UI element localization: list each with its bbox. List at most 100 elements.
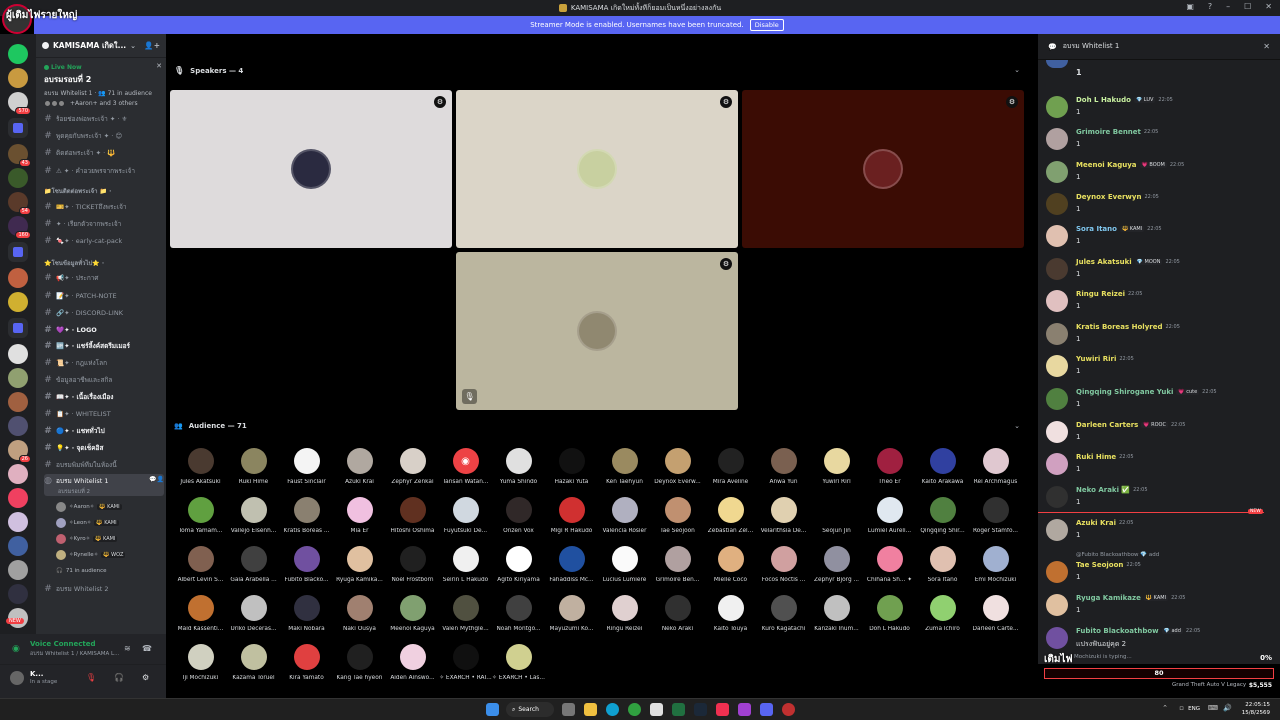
audience-member[interactable]: Gaia Arabella ... [227, 546, 280, 594]
server-icon-14[interactable]: 26 [8, 440, 31, 463]
channel-item[interactable]: # 📝✦ · PATCH-NOTE [44, 289, 164, 303]
audience-member[interactable]: Lumiel Aureli... [863, 497, 916, 545]
disconnect-icon[interactable]: ☎ [142, 644, 152, 653]
audience-member[interactable]: Zuma Ichiro [916, 595, 969, 643]
audience-member[interactable]: Ryuga Kamika... [333, 546, 386, 594]
audience-member[interactable]: Kaito Touya [704, 595, 757, 643]
audience-member[interactable]: Albert Levin S... [174, 546, 227, 594]
server-icon-13[interactable] [8, 416, 28, 436]
audience-member[interactable]: Fuyutsuki De... [439, 497, 492, 545]
chat-message[interactable]: Doh L Hakudo 💎 LUV 22:05 1 [1046, 94, 1272, 124]
audience-member[interactable]: Fubito Blacko... [280, 546, 333, 594]
server-folder-3[interactable] [8, 318, 28, 338]
tray-app-icon[interactable]: ▫ [1179, 704, 1184, 712]
file-explorer-icon[interactable] [584, 703, 597, 716]
server-folder-1[interactable] [8, 118, 28, 138]
close-icon[interactable]: ✕ [156, 62, 162, 70]
audience-member[interactable]: Kaito Arakawa [916, 448, 969, 496]
audience-member[interactable]: Hitoshi Oshima [386, 497, 439, 545]
voice-channel-label[interactable]: อบรม Whitelist 1 / KAMISAMA L... [30, 650, 119, 658]
taskbar-search[interactable]: ⌕ Search [506, 702, 554, 717]
chat-author[interactable]: Yuwiri Riri [1076, 355, 1116, 363]
server-icon-10[interactable] [8, 344, 28, 364]
voice-connected-label[interactable]: Voice Connected [30, 640, 96, 648]
store-icon[interactable] [650, 703, 663, 716]
audience-member[interactable]: Onzen Vox [492, 497, 545, 545]
chat-author[interactable]: Ryuga Kamikaze [1076, 594, 1141, 602]
channel-item[interactable]: # 🔵✦ · แชททั่วไป [44, 424, 164, 438]
obs-icon[interactable] [782, 703, 795, 716]
channel-item[interactable]: # 🆙✦ · แชร์ลิ้งค์สตรีมเมอร์ [44, 339, 164, 353]
voice-user[interactable]: ✧Leon✧ 🔱 KAMI [56, 516, 160, 529]
settings-gear-icon[interactable]: ⚙ [142, 673, 149, 682]
audience-member[interactable]: Theo Er [863, 448, 916, 496]
noise-suppression-icon[interactable]: ≋ [124, 644, 131, 653]
audience-member[interactable]: Jules Akatsuki [174, 448, 227, 496]
audience-member[interactable]: ✧ EXARCH • RAI... [439, 644, 492, 692]
audience-member[interactable]: Emi Mochizuki [969, 546, 1022, 594]
channel-item[interactable]: # 📋✦ · WHITELIST [44, 407, 164, 421]
audience-member[interactable]: Grimoire Ben... [651, 546, 704, 594]
channel-item[interactable]: # 📢✦ · ประกาศ [44, 271, 164, 285]
start-windows-icon[interactable] [486, 703, 499, 716]
server-icon-17[interactable] [8, 512, 28, 532]
chat-message[interactable]: Darleen Carters 💗 ROOC 22:05 1 [1046, 419, 1272, 449]
channel-item[interactable]: # 📖✦ · เนื้อเรื่องเมือง [44, 390, 164, 404]
channel-item[interactable]: # 💜✦ · LOGO [44, 323, 164, 337]
audience-member[interactable]: Lucius Lumiere [598, 546, 651, 594]
audience-member[interactable]: Migi R Hakudo [545, 497, 598, 545]
channel-item[interactable]: # 🔗✦ · DISCORD-LINK [44, 306, 164, 320]
server-icon-8[interactable] [8, 268, 28, 288]
audience-member[interactable]: Naki Ousya [333, 595, 386, 643]
audience-member[interactable]: Hazaki Yuta [545, 448, 598, 496]
audience-member[interactable]: ✧ EXARCH • Las... [492, 644, 545, 692]
server-icon-4[interactable]: 43 [8, 144, 31, 167]
audience-member[interactable]: Maki Nobara [280, 595, 333, 643]
chat-message[interactable]: Sora Itano 🔱 KAMI 22:05 1 [1046, 223, 1272, 253]
audience-member[interactable]: Toma Yamam... [174, 497, 227, 545]
chat-author[interactable]: Ruki Hime [1076, 453, 1116, 461]
audience-member[interactable]: Kira Yamato [280, 644, 333, 692]
audience-member[interactable]: Seirin L Hakudo [439, 546, 492, 594]
user-avatar[interactable] [10, 671, 24, 685]
chat-message[interactable]: Azuki Krai 22:05 1 [1046, 517, 1272, 547]
server-icon-6[interactable]: 54 [8, 192, 31, 215]
channel-category[interactable]: ⭐โซนข้อมูลทั่วไป⭐ · [44, 256, 164, 270]
inbox-icon[interactable]: ▣ [1186, 2, 1194, 11]
chat-author[interactable]: Jules Akatsuki [1076, 258, 1132, 266]
server-icon-12[interactable] [8, 392, 28, 412]
audience-member[interactable]: Vallejo Eisenh... [227, 497, 280, 545]
chat-author[interactable]: Darleen Carters [1076, 421, 1138, 429]
discord-icon[interactable] [760, 703, 773, 716]
chat-author[interactable]: Fubito Blackoathbow [1076, 627, 1159, 635]
network-icon[interactable]: ⌨ [1208, 704, 1218, 712]
audience-member[interactable]: Aiden Ainswo... [386, 644, 439, 692]
chat-author[interactable]: Deynox Everwyn [1076, 193, 1141, 201]
audience-member[interactable]: Ken Taehyun [598, 448, 651, 496]
steam-icon[interactable] [694, 703, 707, 716]
chat-message[interactable]: Ryuga Kamikaze 🔱 KAMI 22:05 1 [1046, 592, 1272, 622]
channel-item[interactable]: # 📜✦ · กฎแห่งโลก [44, 356, 164, 370]
channel-item[interactable]: # 🎫✦ · TICKETถึงพระเจ้า [44, 200, 164, 214]
audience-member[interactable]: Chihana Sh... ✦ [863, 546, 916, 594]
audience-member[interactable]: Maid Kassenti... [174, 595, 227, 643]
chat-author[interactable]: Meenoi Kaguya [1076, 161, 1137, 169]
chat-message[interactable]: Kratis Boreas Holyred 22:05 1 [1046, 321, 1272, 351]
server-header[interactable]: KAMISAMA เกิดใ... ⌄ 👤+ [36, 34, 166, 58]
audience-member[interactable]: Kuro Kagatachi [757, 595, 810, 643]
server-icon-5[interactable] [8, 168, 28, 188]
chat-message[interactable]: Jules Akatsuki 💎 MOON 22:05 1 [1046, 256, 1272, 286]
audience-member[interactable]: Fahaddiss Mc... [545, 546, 598, 594]
audience-member[interactable]: Doh L Hakudo [863, 595, 916, 643]
minimize-button[interactable]: – [1226, 2, 1230, 11]
mic-muted-icon[interactable]: 🎙 [86, 673, 96, 682]
chat-author[interactable]: Ringu Reizei [1076, 290, 1125, 298]
audience-member[interactable]: Focos Noctis ... [757, 546, 810, 594]
chat-message[interactable]: Ringu Reizei 22:05 1 [1046, 288, 1272, 318]
audience-member[interactable]: Iji Mochizuki [174, 644, 227, 692]
audience-member[interactable]: Meenoi Kaguya [386, 595, 439, 643]
audience-member[interactable]: Mielle Coco [704, 546, 757, 594]
chat-author[interactable]: Neko Araki ✅ [1076, 486, 1130, 494]
audience-member[interactable]: Seojun Jin [810, 497, 863, 545]
xbox-icon[interactable] [672, 703, 685, 716]
